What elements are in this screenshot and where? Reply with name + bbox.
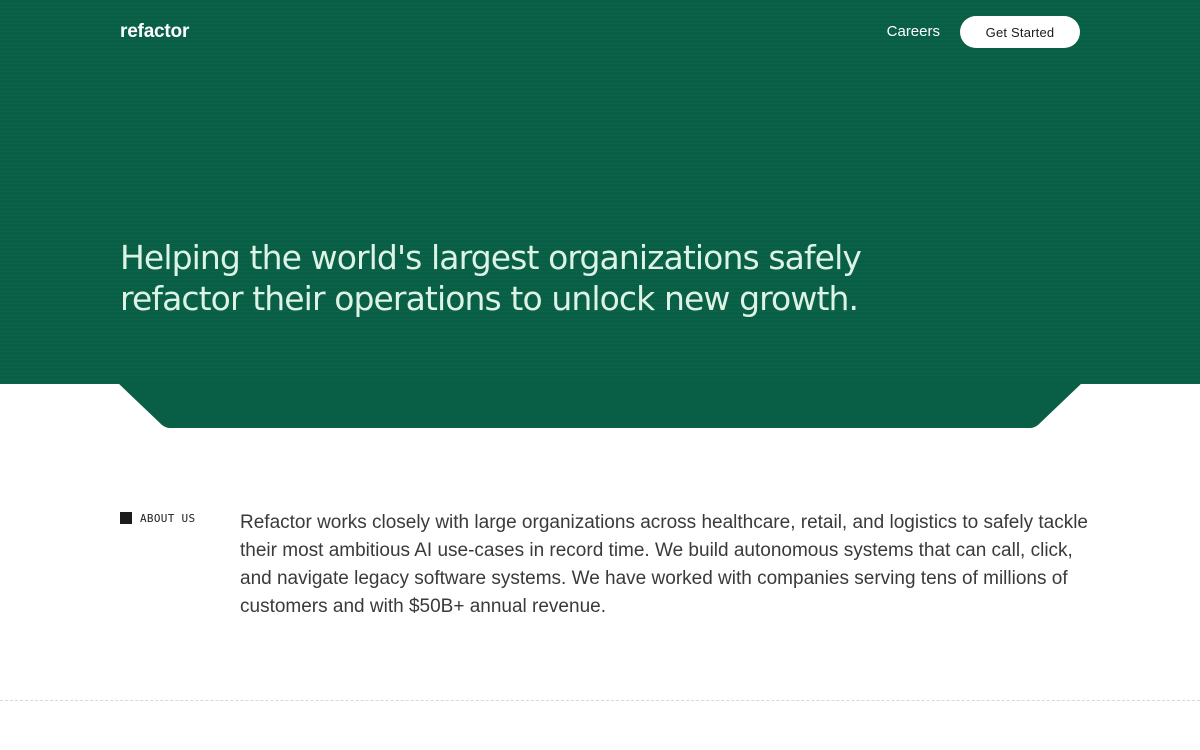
hero-section: refactor Careers Get Started Helping the… [0,0,1200,384]
about-description: Refactor works closely with large organi… [240,512,1088,617]
square-icon [120,512,132,524]
section-divider [0,700,1200,701]
get-started-button[interactable]: Get Started [960,16,1080,48]
hero-bottom-tab [118,383,1082,428]
nav-link-careers[interactable]: Careers [887,22,940,42]
about-label: ABOUT US [120,511,195,525]
about-label-text: ABOUT US [140,511,196,525]
hero-tab-shape [118,383,1082,428]
logo[interactable]: refactor [120,20,189,44]
hero-headline: Helping the world's largest organization… [120,238,862,318]
top-nav: refactor Careers Get Started [120,16,1080,48]
